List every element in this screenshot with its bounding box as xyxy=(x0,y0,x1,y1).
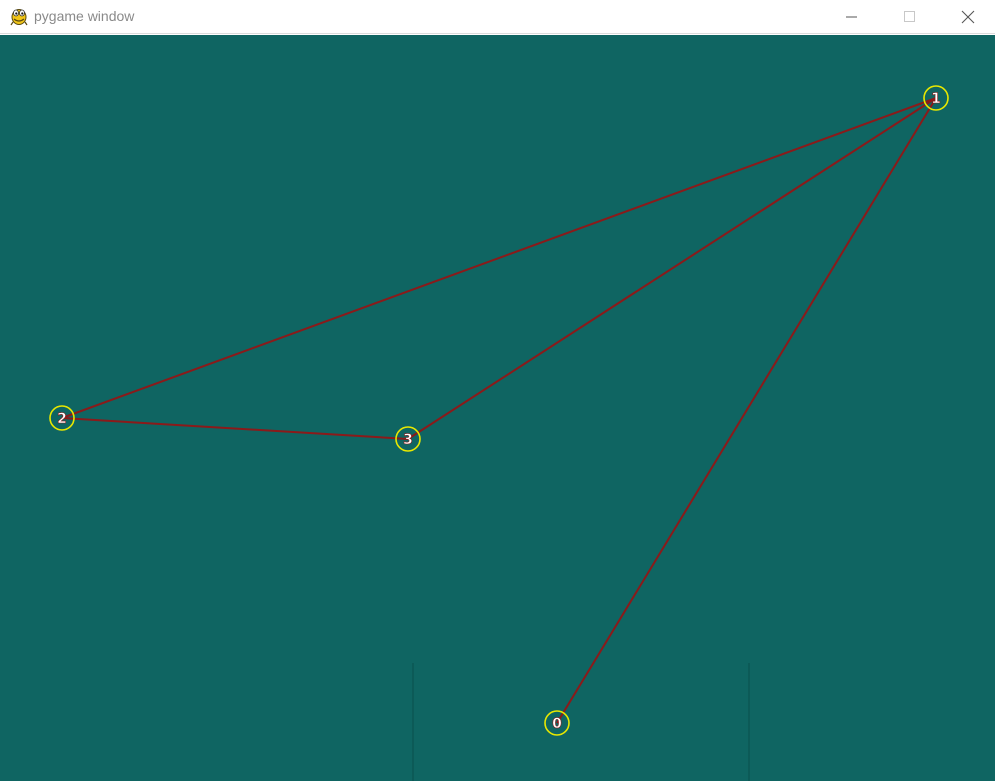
graph-edge-0-1 xyxy=(556,97,937,724)
minimize-button[interactable] xyxy=(829,0,875,33)
graph-node-1[interactable]: 1 xyxy=(923,85,949,111)
close-button[interactable] xyxy=(945,0,991,33)
edges-layer xyxy=(61,97,937,724)
graph-edge-1-3 xyxy=(407,97,937,440)
pygame-window: pygame window 0 1 2 3 xyxy=(0,0,995,781)
close-icon xyxy=(961,10,975,23)
nodes-layer: 0 1 2 3 xyxy=(49,85,949,736)
node-label: 0 xyxy=(552,716,562,732)
maximize-button[interactable] xyxy=(887,0,933,33)
graph-edge-2-3 xyxy=(61,417,409,440)
graph-edge-1-2 xyxy=(61,97,937,419)
maximize-icon xyxy=(904,10,915,22)
window-title: pygame window xyxy=(34,8,135,24)
graph-node-0[interactable]: 0 xyxy=(544,710,570,736)
game-canvas[interactable]: 0 1 2 3 xyxy=(0,35,995,781)
node-label: 3 xyxy=(403,432,413,448)
pygame-snake-icon xyxy=(10,9,28,26)
minimize-icon xyxy=(846,16,857,17)
node-label: 2 xyxy=(57,411,67,427)
node-label: 1 xyxy=(931,91,941,107)
graph-drawing: 0 1 2 3 xyxy=(49,85,949,781)
title-bar[interactable]: pygame window xyxy=(0,0,995,34)
